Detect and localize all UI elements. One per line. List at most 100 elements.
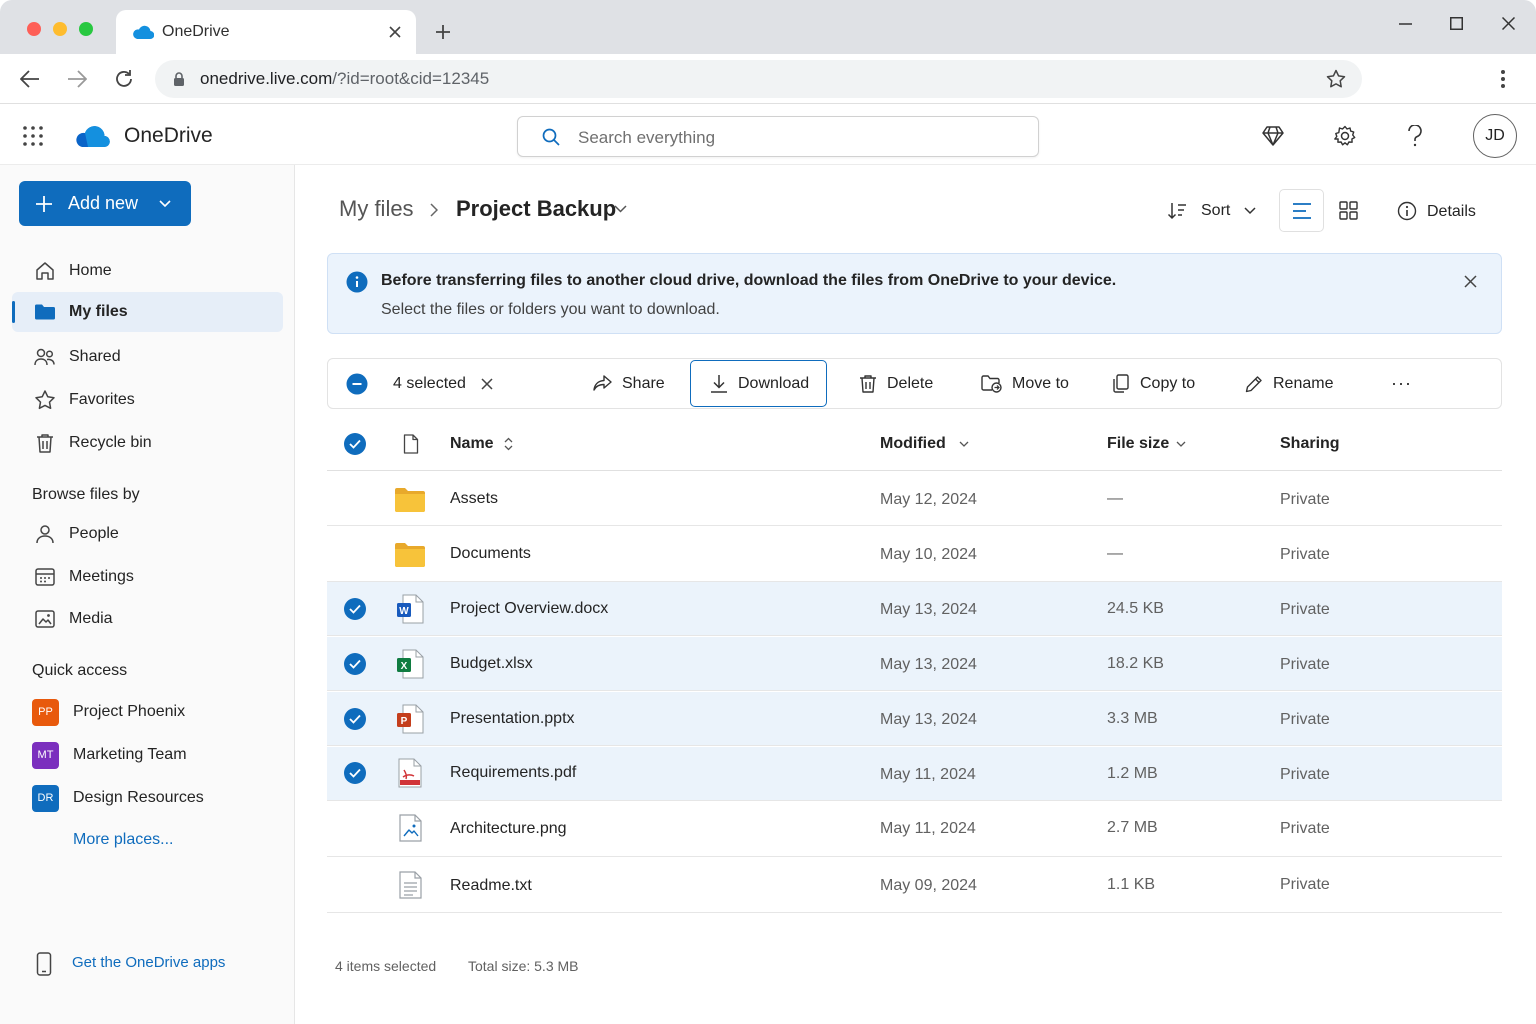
sidebar-item-meetings[interactable]: Meetings	[12, 557, 283, 597]
copy-to-button[interactable]: Copy to	[1112, 359, 1195, 408]
bookmark-star-icon[interactable]	[1326, 69, 1346, 89]
column-sharing-header[interactable]: Sharing	[1280, 435, 1340, 453]
trash-icon	[860, 375, 876, 393]
new-tab-icon[interactable]	[435, 24, 451, 40]
breadcrumb-chevron-icon	[430, 203, 438, 217]
sidebar-item-my-files[interactable]: My files	[12, 292, 283, 332]
forward-icon[interactable]	[67, 70, 87, 88]
minimize-icon[interactable]	[1399, 23, 1412, 25]
close-icon[interactable]	[1502, 17, 1515, 30]
grid-view-icon[interactable]	[1339, 201, 1358, 220]
file-name[interactable]: Requirements.pdf	[450, 764, 576, 782]
move-to-label: Move to	[1012, 374, 1069, 392]
settings-gear-icon[interactable]	[1334, 125, 1356, 147]
share-button[interactable]: Share	[593, 359, 665, 408]
sidebar-item-people[interactable]: People	[12, 514, 283, 554]
address-bar[interactable]: onedrive.live.com/?id=root&cid=12345	[155, 60, 1362, 98]
back-icon[interactable]	[20, 70, 40, 88]
row-checkbox[interactable]	[344, 762, 366, 784]
file-name[interactable]: Project Overview.docx	[450, 600, 608, 618]
file-modified: May 11, 2024	[880, 820, 976, 837]
maximize-window-dot[interactable]	[79, 22, 93, 36]
file-name[interactable]: Assets	[450, 490, 498, 508]
sidebar-item-shared[interactable]: Shared	[12, 337, 283, 377]
table-row[interactable]: Architecture.png May 11, 2024 2.7 MB Pri…	[327, 802, 1502, 857]
file-name[interactable]: Readme.txt	[450, 877, 532, 895]
sidebar-item-label: Shared	[69, 348, 121, 365]
table-row[interactable]: Assets May 12, 2024 — Private	[327, 472, 1502, 526]
download-button-focus-ring[interactable]	[690, 360, 827, 407]
quick-access-label: Project Phoenix	[73, 703, 186, 720]
more-places-link[interactable]: More places...	[73, 831, 173, 849]
checkmark-icon	[349, 659, 361, 669]
quick-access-item[interactable]: PP Project Phoenix	[32, 697, 185, 727]
rename-button[interactable]: Rename	[1245, 359, 1333, 408]
move-to-button[interactable]: Move to	[981, 359, 1069, 408]
quick-access-item[interactable]: DR Design Resources	[32, 783, 204, 813]
file-modified: May 13, 2024	[880, 601, 977, 618]
details-button[interactable]: Details	[1397, 200, 1487, 224]
svg-text:P: P	[401, 716, 408, 727]
file-name[interactable]: Documents	[450, 545, 531, 563]
more-actions-button[interactable]: ···	[1391, 359, 1412, 408]
sidebar-item-media[interactable]: Media	[12, 599, 283, 639]
url-host: onedrive.live.com	[200, 69, 333, 88]
delete-button[interactable]: Delete	[859, 359, 933, 408]
checkmark-icon	[349, 439, 361, 449]
chevron-down-icon[interactable]	[1176, 441, 1186, 448]
sidebar-item-home[interactable]: Home	[12, 251, 283, 291]
column-name-header[interactable]: Name	[450, 435, 494, 453]
sidebar-item-favorites[interactable]: Favorites	[12, 380, 283, 420]
get-apps-link[interactable]: Get the OneDrive apps	[72, 954, 225, 971]
tab-title: OneDrive	[162, 23, 230, 40]
sort-updown-icon[interactable]	[504, 437, 513, 451]
file-name[interactable]: Budget.xlsx	[450, 655, 533, 673]
table-row[interactable]: X Budget.xlsx May 13, 2024 18.2 KB Priva…	[327, 637, 1502, 691]
quick-access-item[interactable]: MT Marketing Team	[32, 740, 187, 770]
table-row[interactable]: P Presentation.pptx May 13, 2024 3.3 MB …	[327, 692, 1502, 746]
details-label: Details	[1427, 203, 1476, 220]
table-row[interactable]: W Project Overview.docx May 13, 2024 24.…	[327, 582, 1502, 636]
table-row[interactable]: Requirements.pdf May 11, 2024 1.2 MB Pri…	[327, 747, 1502, 801]
pdf-file-icon	[398, 758, 422, 788]
chevron-down-icon	[1244, 207, 1256, 215]
column-modified-header[interactable]: Modified	[880, 435, 946, 453]
url-path: /?id=root&cid=12345	[332, 69, 490, 88]
avatar[interactable]: JD	[1473, 114, 1517, 158]
reload-icon[interactable]	[114, 69, 134, 89]
deselect-all-button[interactable]	[346, 359, 378, 408]
file-name[interactable]: Architecture.png	[450, 820, 567, 838]
premium-diamond-icon[interactable]	[1262, 126, 1284, 146]
list-view-button[interactable]	[1279, 189, 1324, 232]
search-box[interactable]: Search everything	[517, 116, 1039, 157]
sort-button[interactable]: Sort	[1167, 196, 1262, 226]
select-all-checkbox[interactable]	[344, 433, 366, 455]
minus-circle-icon	[346, 373, 368, 394]
dismiss-banner-icon[interactable]	[1464, 275, 1477, 288]
close-tab-icon[interactable]	[389, 26, 401, 38]
app-launcher-icon[interactable]	[23, 126, 43, 146]
row-checkbox[interactable]	[344, 598, 366, 620]
file-modified: May 13, 2024	[880, 656, 977, 673]
close-window-dot[interactable]	[27, 22, 41, 36]
row-checkbox[interactable]	[344, 653, 366, 675]
breadcrumb-parent[interactable]: My files	[339, 196, 414, 222]
add-new-button[interactable]: Add new	[19, 181, 191, 226]
sidebar-item-recycle-bin[interactable]: Recycle bin	[12, 423, 283, 463]
browser-tab[interactable]: OneDrive	[116, 10, 416, 54]
table-row[interactable]: Documents May 10, 2024 — Private	[327, 527, 1502, 582]
clear-selection-icon[interactable]	[481, 378, 493, 390]
info-filled-icon	[346, 271, 368, 293]
browser-menu-icon[interactable]	[1500, 69, 1506, 89]
minimize-window-dot[interactable]	[53, 22, 67, 36]
chevron-down-icon[interactable]	[959, 441, 969, 448]
table-row[interactable]: Readme.txt May 09, 2024 1.1 KB Private	[327, 858, 1502, 913]
column-size-header[interactable]: File size	[1107, 435, 1169, 453]
title-chevron-down-icon[interactable]	[614, 205, 627, 214]
help-icon[interactable]	[1407, 125, 1423, 147]
file-sharing: Private	[1280, 601, 1330, 618]
maximize-icon[interactable]	[1450, 17, 1463, 30]
file-name[interactable]: Presentation.pptx	[450, 710, 575, 728]
add-new-label: Add new	[68, 193, 139, 213]
row-checkbox[interactable]	[344, 708, 366, 730]
